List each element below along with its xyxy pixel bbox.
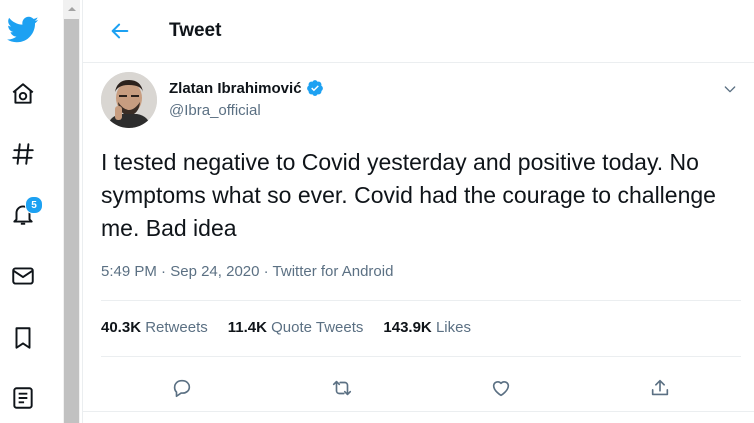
tweet-author: Zlatan Ibrahimović @Ibra_official [101, 70, 741, 130]
quotes-label: Quote Tweets [271, 319, 364, 336]
tweet-date[interactable]: Sep 24, 2020 [170, 263, 259, 280]
nav-explore[interactable] [0, 134, 46, 174]
retweet-button[interactable] [326, 372, 358, 404]
divider [101, 300, 741, 301]
quotes-count: 11.4K [227, 319, 267, 336]
nav-bookmarks[interactable] [0, 318, 46, 358]
notifications-badge: 5 [25, 196, 43, 214]
back-button[interactable] [107, 18, 133, 44]
quote-tweets-stat[interactable]: 11.4K Quote Tweets [228, 319, 364, 336]
meta-separator: · [259, 263, 273, 280]
tweet-stats: 40.3K Retweets 11.4K Quote Tweets 143.9K… [101, 319, 741, 336]
home-icon [12, 83, 34, 104]
author-name-row[interactable]: Zlatan Ibrahimović [169, 79, 324, 97]
verified-badge-icon [306, 80, 323, 96]
likes-stat[interactable]: 143.9K Likes [383, 319, 471, 336]
divider [83, 411, 754, 412]
reply-button[interactable] [166, 372, 198, 404]
chevron-down-icon [724, 86, 736, 93]
share-icon [651, 379, 669, 396]
reply-icon [173, 379, 191, 398]
scrollbar-thumb[interactable] [64, 19, 79, 423]
retweet-icon [332, 380, 352, 396]
back-arrow-icon [111, 23, 129, 39]
nav-lists[interactable] [0, 378, 46, 418]
avatar-image [101, 72, 157, 128]
share-button[interactable] [644, 372, 676, 404]
avatar[interactable] [101, 72, 157, 128]
bookmark-icon [15, 327, 31, 349]
nav-home[interactable] [0, 74, 46, 114]
nav-rail: 5 [0, 0, 63, 423]
tweet-source[interactable]: Twitter for Android [273, 263, 394, 280]
tweet-meta: 5:49 PM · Sep 24, 2020 · Twitter for And… [101, 263, 393, 280]
hashtag-icon [12, 143, 34, 165]
tweet-actions [101, 366, 741, 406]
nav-messages[interactable] [0, 256, 46, 296]
list-icon [13, 387, 33, 409]
twitter-logo-button[interactable] [0, 10, 46, 50]
tweet-text: I tested negative to Covid yesterday and… [101, 149, 716, 241]
meta-separator: · [156, 263, 171, 280]
tweet-time[interactable]: 5:49 PM [101, 263, 157, 280]
more-options-button[interactable] [719, 78, 741, 100]
page-title: Tweet [169, 20, 222, 41]
main-column: Tweet Zlatan Ibrahimović @Ibra_official [82, 0, 754, 423]
retweets-count: 40.3K [101, 319, 142, 336]
retweets-label: Retweets [145, 319, 208, 336]
like-button[interactable] [485, 372, 517, 404]
mail-icon [12, 267, 34, 285]
retweets-stat[interactable]: 40.3K Retweets [101, 319, 208, 336]
divider [101, 356, 741, 357]
nav-notifications[interactable]: 5 [0, 194, 46, 234]
author-name: Zlatan Ibrahimović [169, 79, 302, 97]
twitter-bird-icon [7, 16, 39, 43]
likes-label: Likes [435, 319, 471, 336]
likes-count: 143.9K [383, 319, 432, 336]
heart-icon [492, 381, 510, 397]
page-header: Tweet [83, 0, 754, 63]
scroll-up-arrow[interactable] [63, 0, 80, 17]
scrollbar[interactable] [63, 0, 80, 423]
author-handle[interactable]: @Ibra_official [169, 102, 261, 119]
